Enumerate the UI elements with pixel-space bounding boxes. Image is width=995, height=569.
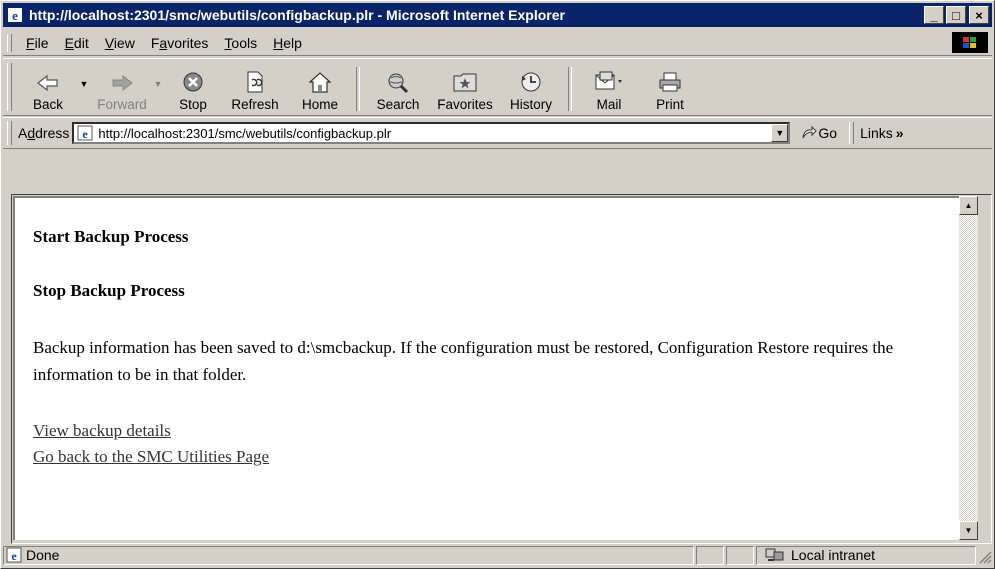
toolbar-separator [568,67,572,111]
address-url: http://localhost:2301/smc/webutils/confi… [98,125,392,141]
forward-arrow-icon [112,74,133,92]
mail-icon [595,71,622,90]
home-icon [308,72,332,93]
vertical-scrollbar[interactable]: ▲ ▼ [959,196,978,540]
back-arrow-icon [37,74,58,92]
address-bar: Address e http://localhost:2301/smc/webu… [3,117,992,149]
page-icon: e [77,125,93,141]
favorites-button[interactable]: Favorites [430,63,500,115]
menu-file[interactable]: File [18,35,57,51]
print-button[interactable]: Print [640,63,700,115]
status-bar: e Done Local intranet [3,544,992,566]
search-globe-icon [388,73,409,93]
address-input[interactable]: e http://localhost:2301/smc/webutils/con… [72,122,791,144]
address-label: Address [18,125,70,141]
stop-button[interactable]: Stop [166,63,220,115]
menu-help[interactable]: Help [265,35,310,51]
stop-icon [183,72,203,92]
status-cell-progress [696,545,724,565]
maximize-button[interactable]: □ [946,6,966,24]
status-cell-security [726,545,754,565]
svg-text:e: e [12,8,18,23]
backup-message: Backup information has been saved to d:\… [33,338,894,384]
mail-button[interactable]: Mail [578,63,640,115]
ie-logo-icon: e [7,7,23,23]
favorites-folder-icon [453,73,477,92]
status-page-icon: e [6,547,22,563]
go-arrow-icon [802,125,818,139]
intranet-zone-icon [765,548,784,561]
windows-logo-icon [952,32,988,53]
scroll-down-button[interactable]: ▼ [959,521,978,540]
search-button[interactable]: Search [366,63,430,115]
page-content: Start Backup Process Stop Backup Process… [13,196,959,540]
smc-utilities-link[interactable]: Go back to the SMC Utilities Page [33,444,941,470]
go-button[interactable]: Go [800,125,837,141]
stop-backup-heading: Stop Backup Process [33,281,185,300]
address-dropdown-button[interactable]: ▼ [771,124,789,142]
menu-grip[interactable] [7,34,12,52]
toolbar-grip[interactable] [7,63,12,111]
zone-text: Local intranet [791,547,876,563]
resize-grip-icon[interactable] [976,546,992,565]
address-grip[interactable] [7,121,12,145]
history-icon [521,72,541,92]
menu-favorites[interactable]: Favorites [143,35,217,51]
printer-icon [659,72,681,92]
menu-edit[interactable]: Edit [57,35,97,51]
svg-text:e: e [83,127,89,141]
menu-view[interactable]: View [97,35,143,51]
standard-toolbar: Back ▼ Forward ▼ Stop Refresh Home Searc… [3,58,992,116]
back-dropdown-icon[interactable]: ▼ [76,79,92,89]
links-label: Links [860,125,893,141]
view-backup-details-link[interactable]: View backup details [33,418,941,444]
menu-tools[interactable]: Tools [216,35,265,51]
links-grip[interactable] [849,122,855,144]
links-toolbar[interactable]: Links » [849,122,904,144]
toolbar-separator [356,67,360,111]
forward-dropdown-icon[interactable]: ▼ [150,79,166,89]
status-zone: Local intranet [756,545,976,565]
forward-button[interactable]: Forward [92,63,152,115]
minimize-button[interactable]: _ [924,6,944,24]
home-button[interactable]: Home [290,63,350,115]
back-button[interactable]: Back [18,63,78,115]
title-bar[interactable]: e http://localhost:2301/smc/webutils/con… [3,3,992,27]
refresh-button[interactable]: Refresh [220,63,290,115]
start-backup-heading: Start Backup Process [33,227,189,246]
status-main: e Done [3,545,694,565]
window-title: http://localhost:2301/smc/webutils/confi… [29,7,565,23]
refresh-icon [247,71,263,93]
close-button[interactable]: × [969,6,989,24]
scroll-up-button[interactable]: ▲ [959,196,978,215]
menu-bar: File Edit View Favorites Tools Help [3,31,992,56]
history-button[interactable]: History [500,63,562,115]
browser-window: e http://localhost:2301/smc/webutils/con… [0,0,995,569]
links-chevron-icon[interactable]: » [896,125,904,141]
svg-text:e: e [11,549,17,563]
status-text: Done [26,547,60,563]
